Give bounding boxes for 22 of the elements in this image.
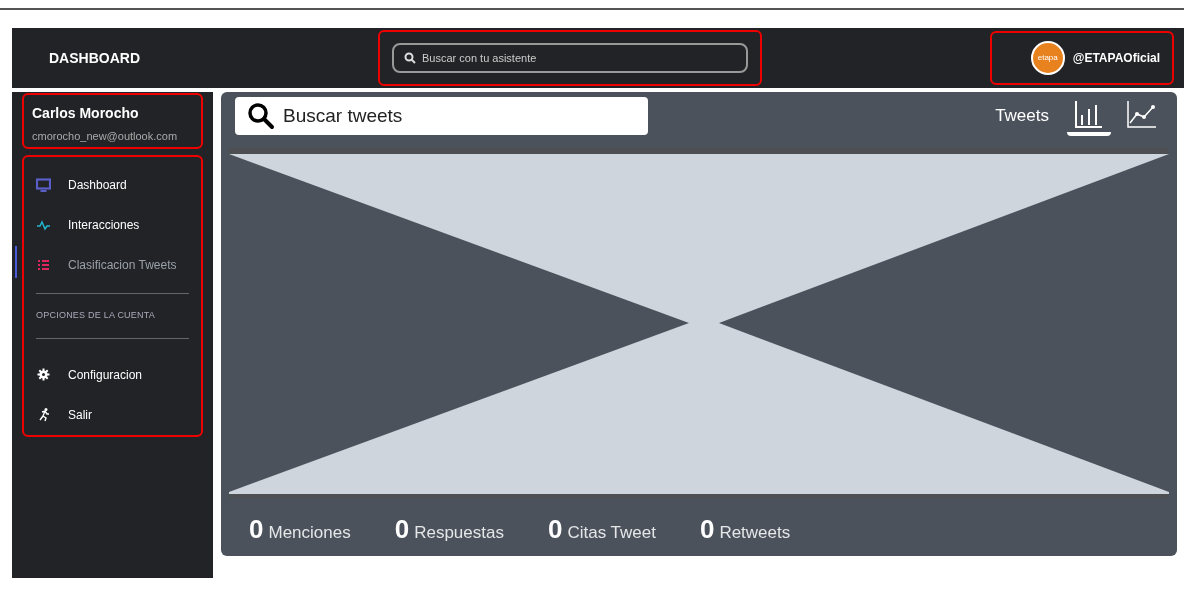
sidebar-item[interactable]: Salir [36,394,189,435]
search-icon [404,52,416,64]
sidebar-item[interactable]: Dashboard [36,165,189,205]
selection-indicator [15,246,17,278]
stat-counter: 0 Respuestas [394,513,504,546]
running-person-icon [36,407,51,422]
user-name: Carlos Morocho [32,104,140,123]
stat-counter: 0 Retweets [699,513,791,546]
sidebar-item[interactable]: Interacciones [36,205,189,245]
sidebar-item[interactable]: Configuracion [36,354,189,395]
search-field[interactable]: Buscar con tu asistente [392,43,748,73]
search-icon [247,102,275,130]
stat-counter: 0 Menciones [249,513,351,546]
stat-counter: 0 Citas Tweet [547,513,656,546]
search-field[interactable]: Buscar tweets [235,97,648,135]
settings-icon [36,367,51,382]
app-title: DASHBOARD [48,48,141,68]
section-title: OPCIONES DE LA CUENTA [36,309,157,322]
sidebar-item[interactable]: Clasificacion Tweets [36,245,189,285]
account-handle[interactable]: @ETAPAOficial [1072,49,1160,67]
view-label: Tweets [995,105,1049,128]
user-email: cmorocho_new@outlook.com [32,129,179,144]
